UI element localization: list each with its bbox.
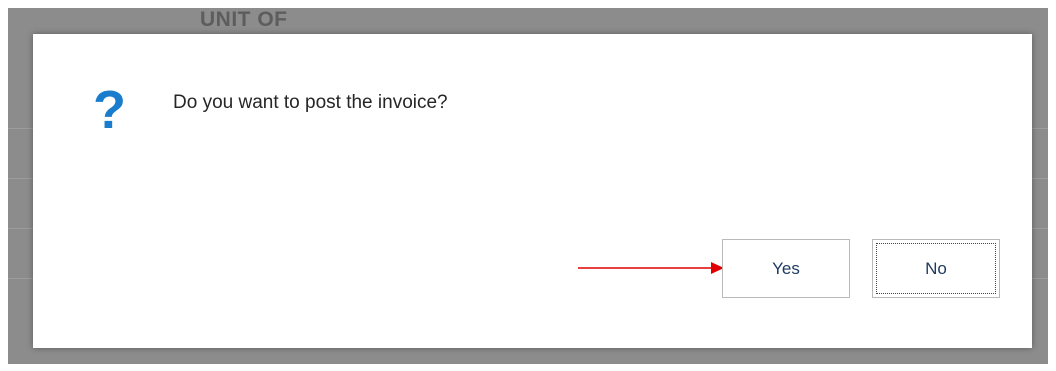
- question-icon: ?: [93, 80, 126, 140]
- red-arrow-icon: [578, 262, 724, 274]
- screen: UNIT OF ? Do you want to post the invoic…: [0, 0, 1056, 371]
- yes-button[interactable]: Yes: [722, 239, 850, 298]
- dialog-message: Do you want to post the invoice?: [173, 92, 448, 113]
- background-column-header: UNIT OF: [200, 8, 288, 31]
- no-button[interactable]: No: [872, 239, 1000, 298]
- confirm-dialog: ? Do you want to post the invoice? Yes N…: [33, 34, 1032, 348]
